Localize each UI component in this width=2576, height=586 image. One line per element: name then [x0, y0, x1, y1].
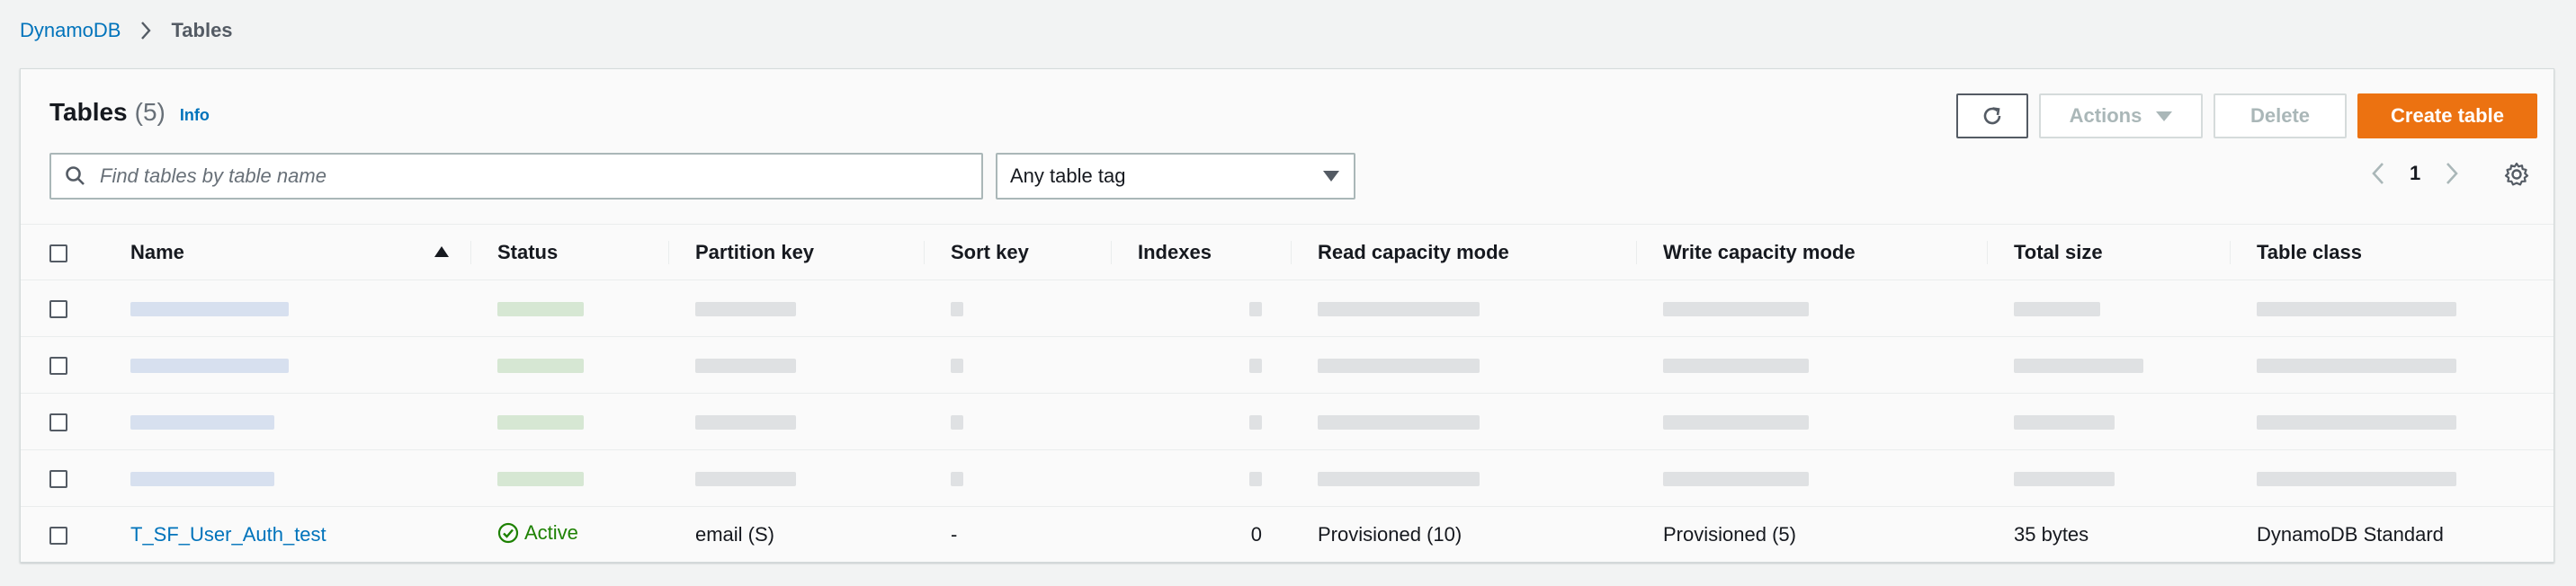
redacted-sort-key [951, 415, 963, 431]
breadcrumb-dynamodb-link[interactable]: DynamoDB [20, 19, 121, 42]
redacted-sort-key [951, 472, 963, 487]
tag-filter-select[interactable]: Any table tag [996, 153, 1355, 200]
redacted-write-capacity [1663, 415, 1809, 431]
row-checkbox[interactable] [49, 527, 67, 546]
search-input[interactable] [100, 164, 963, 188]
column-header-write-capacity: Write capacity mode [1636, 225, 1987, 280]
redacted-indexes [1249, 472, 1262, 487]
column-header-indexes: Indexes [1111, 225, 1291, 280]
redacted-table-class [2257, 302, 2456, 317]
redacted-table-class [2257, 415, 2456, 431]
table-header-row: Name Status Partition key Sort key Index… [21, 224, 2554, 280]
redacted-read-capacity [1318, 472, 1480, 487]
redacted-status [497, 415, 584, 431]
redacted-table-class [2257, 359, 2456, 374]
redacted-partition-key [695, 415, 796, 431]
table-row[interactable]: T_SF_User_Auth_test Active email (S) - 0… [21, 507, 2554, 564]
redacted-table-name[interactable] [130, 302, 289, 317]
row-checkbox[interactable] [49, 413, 67, 432]
table-row[interactable] [21, 337, 2554, 394]
previous-page-button[interactable] [2366, 159, 2390, 188]
redacted-indexes [1249, 415, 1262, 431]
redacted-total-size [2014, 472, 2115, 487]
redacted-status [497, 472, 584, 487]
redacted-indexes [1249, 302, 1262, 317]
table-row[interactable] [21, 394, 2554, 450]
column-header-total-size: Total size [1987, 225, 2230, 280]
page-title: Tables [49, 98, 128, 126]
tag-filter-value: Any table tag [1010, 164, 1126, 187]
redacted-write-capacity [1663, 302, 1809, 317]
column-header-status: Status [470, 225, 668, 280]
status-badge: Active [497, 521, 578, 545]
table-name-link[interactable]: T_SF_User_Auth_test [130, 523, 326, 546]
column-header-partition-key: Partition key [668, 225, 924, 280]
next-page-button[interactable] [2440, 159, 2464, 188]
redacted-total-size [2014, 415, 2115, 431]
redacted-status [497, 359, 584, 374]
redacted-write-capacity [1663, 472, 1809, 487]
column-header-table-class: Table class [2230, 225, 2554, 280]
table-row[interactable] [21, 280, 2554, 337]
redacted-status [497, 302, 584, 317]
redacted-write-capacity [1663, 359, 1809, 374]
chevron-right-icon [133, 18, 158, 43]
status-text: Active [524, 520, 578, 544]
read-capacity-cell: Provisioned (10) [1318, 523, 1462, 546]
table-count: (5) [134, 98, 165, 126]
indexes-cell: 0 [1250, 523, 1262, 546]
row-checkbox[interactable] [49, 470, 67, 489]
check-circle-icon [497, 522, 519, 544]
redacted-read-capacity [1318, 415, 1480, 431]
redacted-partition-key [695, 472, 796, 487]
caret-down-icon [2156, 111, 2173, 121]
redacted-sort-key [951, 302, 963, 317]
panel-header: Tables (5) Info [49, 98, 210, 127]
redacted-table-name[interactable] [130, 359, 289, 374]
breadcrumb-current: Tables [171, 19, 233, 41]
sort-key-cell: - [951, 523, 958, 546]
redacted-total-size [2014, 302, 2100, 317]
write-capacity-cell: Provisioned (5) [1663, 523, 1796, 546]
gear-icon[interactable] [2503, 161, 2530, 188]
total-size-cell: 35 bytes [2014, 523, 2089, 546]
row-checkbox[interactable] [49, 357, 67, 376]
table-row[interactable] [21, 450, 2554, 507]
tables-panel: Tables (5) Info Actions Delete Create ta… [20, 68, 2554, 563]
actions-label: Actions [2069, 104, 2142, 127]
refresh-button[interactable] [1956, 93, 2028, 138]
redacted-total-size [2014, 359, 2143, 374]
row-checkbox[interactable] [49, 300, 67, 319]
sort-ascending-icon [434, 246, 449, 257]
actions-button[interactable]: Actions [2039, 93, 2203, 138]
breadcrumb: DynamoDB Tables [20, 18, 233, 43]
column-header-sort-key: Sort key [924, 225, 1111, 280]
redacted-sort-key [951, 359, 963, 374]
column-header-name[interactable]: Name [103, 225, 470, 280]
partition-key-cell: email (S) [695, 523, 775, 546]
table-class-cell: DynamoDB Standard [2257, 523, 2444, 546]
redacted-read-capacity [1318, 359, 1480, 374]
pagination: 1 [2366, 159, 2464, 188]
caret-down-icon [1323, 171, 1339, 182]
redacted-partition-key [695, 302, 796, 317]
redacted-table-name[interactable] [130, 415, 274, 431]
redacted-read-capacity [1318, 302, 1480, 317]
search-box [49, 153, 983, 200]
create-table-button[interactable]: Create table [2357, 93, 2537, 138]
tables-table: Name Status Partition key Sort key Index… [21, 224, 2554, 564]
select-all-checkbox[interactable] [49, 244, 67, 262]
redacted-table-name[interactable] [130, 472, 274, 487]
redacted-partition-key [695, 359, 796, 374]
redacted-table-class [2257, 472, 2456, 487]
info-link[interactable]: Info [180, 106, 210, 125]
search-icon [64, 164, 87, 188]
current-page-number[interactable]: 1 [2410, 162, 2420, 185]
redacted-indexes [1249, 359, 1262, 374]
delete-button[interactable]: Delete [2214, 93, 2347, 138]
column-header-read-capacity: Read capacity mode [1291, 225, 1636, 280]
refresh-icon [1980, 103, 2005, 129]
